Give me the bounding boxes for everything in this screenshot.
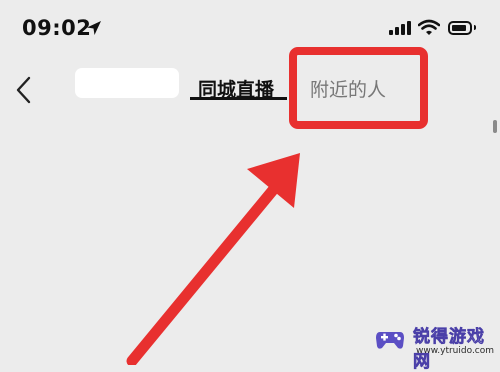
watermark-url: www.ytruido.com xyxy=(416,346,495,356)
pointer-arrow xyxy=(126,153,300,365)
gamepad-logo-icon xyxy=(376,332,404,349)
watermark: 锐得游戏网 www.ytruido.com xyxy=(370,318,500,372)
